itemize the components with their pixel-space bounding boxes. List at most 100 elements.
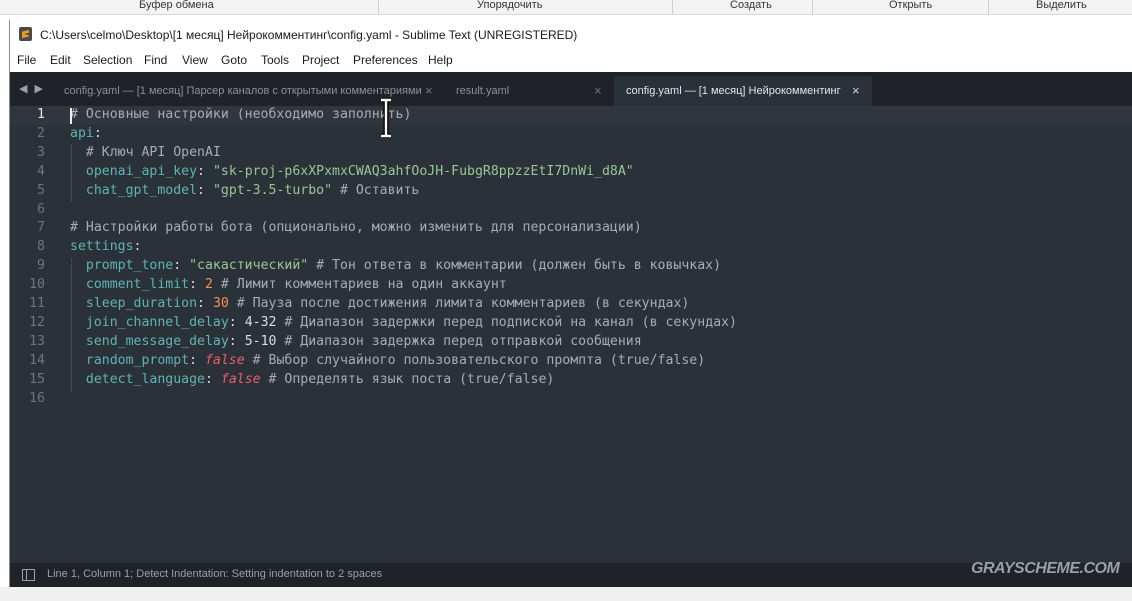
line-number: 2 — [37, 125, 45, 141]
line-number: 9 — [37, 258, 45, 274]
menu-tools[interactable]: Tools — [261, 53, 289, 67]
ribbon-group-clipboard: Буфер обмена — [139, 0, 214, 11]
code-token: # Определять язык поста (true/false) — [260, 371, 555, 387]
line-number: 8 — [37, 239, 45, 255]
code-token: # Настройки работы бота (опционально, мо… — [70, 220, 642, 236]
code-line[interactable]: prompt_tone: "сакастический" # Тон ответ… — [70, 258, 721, 273]
line-number: 5 — [37, 182, 45, 198]
code-line[interactable]: send_message_delay: 5-10 # Диапазон заде… — [70, 334, 642, 349]
ribbon-group-organize: Упорядочить — [477, 0, 543, 11]
menu-bar: File Edit Selection Find View Goto Tools… — [10, 49, 1132, 72]
code-line[interactable]: join_channel_delay: 4-32 # Диапазон заде… — [70, 315, 737, 330]
code-token: "сакастический" — [189, 258, 309, 274]
line-number: 16 — [29, 390, 45, 406]
menu-goto[interactable]: Goto — [221, 53, 247, 67]
code-token: comment_limit — [70, 277, 190, 293]
tab-label: config.yaml — [1 месяц] Парсер каналов с… — [64, 85, 422, 97]
menu-file[interactable]: File — [17, 53, 36, 67]
status-text: Line 1, Column 1; Detect Indentation: Se… — [47, 568, 383, 580]
code-token: : — [197, 182, 213, 198]
menu-find[interactable]: Find — [144, 53, 167, 67]
code-token: random_prompt — [70, 352, 190, 368]
tab-bar: ◀ ▶ config.yaml — [1 месяц] Парсер канал… — [10, 72, 1132, 106]
code-line[interactable]: detect_language: false # Определять язык… — [70, 372, 554, 387]
code-line[interactable]: settings: — [70, 239, 141, 254]
menu-help[interactable]: Help — [428, 53, 453, 67]
watermark: GRAYSCHEME.COM — [971, 560, 1120, 577]
code-token: "sk-proj-p6xXPxmxCWAQ3ahfOoJH-FubgR8ppzz… — [212, 163, 634, 179]
code-token: : — [189, 352, 205, 368]
indent-guide — [71, 258, 72, 391]
code-line[interactable]: # Ключ API OpenAI — [70, 145, 221, 160]
explorer-ribbon: Буфер обмена Упорядочить Создать Открыть… — [0, 0, 1132, 15]
code-token: 4-32 — [244, 314, 277, 330]
line-number: 12 — [29, 314, 45, 330]
ribbon-group-select: Выделить — [1036, 0, 1087, 11]
tab-nav-arrows-icon[interactable]: ◀ ▶ — [19, 82, 45, 95]
code-token: settings — [70, 239, 134, 255]
menu-preferences[interactable]: Preferences — [353, 53, 418, 67]
code-token: sleep_duration — [70, 296, 198, 311]
menu-project[interactable]: Project — [302, 53, 339, 67]
code-editor[interactable]: 1 2 3 4 5 6 7 8 9 10 11 12 13 14 15 16 # Основные настр… — [10, 98, 1132, 562]
line-number: 6 — [37, 201, 45, 217]
code-line[interactable]: random_prompt: false # Выбор случайного … — [70, 353, 705, 368]
code-token: prompt_tone — [70, 258, 174, 274]
code-token: : — [197, 296, 213, 311]
menu-edit[interactable]: Edit — [50, 53, 71, 67]
close-icon[interactable]: × — [852, 83, 860, 98]
code-token: "gpt-3.5-turbo" — [212, 182, 333, 198]
code-token: # Диапазон задержка перед отправкой сооб… — [276, 333, 642, 349]
menu-selection[interactable]: Selection — [83, 53, 132, 67]
code-token: 30 — [212, 296, 229, 311]
tab-result[interactable]: result.yaml × — [444, 76, 610, 106]
code-token: # Пауза после достижения лимита коммента… — [228, 296, 690, 311]
line-number: 3 — [37, 144, 45, 160]
window-title: C:\Users\celmo\Desktop\[1 месяц] Нейроко… — [40, 28, 578, 42]
line-number: 7 — [37, 220, 45, 236]
code-token: : — [133, 239, 142, 255]
code-line[interactable]: openai_api_key: "sk-proj-p6xXPxmxCWAQ3ah… — [70, 164, 634, 179]
text-caret — [70, 108, 72, 124]
code-token: false — [220, 371, 261, 387]
code-token: : — [173, 258, 190, 274]
code-token: # Ключ API OpenAI — [70, 144, 221, 160]
tab-config-neurocommenting[interactable]: config.yaml — [1 месяц] Нейрокомментинг … — [614, 76, 872, 106]
code-line[interactable]: # Основные настройки (необходимо заполни… — [70, 107, 411, 122]
code-token: : — [228, 314, 245, 330]
code-line[interactable]: # Настройки работы бота (опционально, мо… — [70, 220, 642, 235]
code-token: 5-10 — [244, 333, 277, 349]
line-number: 13 — [29, 333, 45, 349]
line-number: 11 — [29, 296, 45, 311]
code-token: # Основные настройки (необходимо заполни… — [70, 107, 412, 122]
sublime-app-icon — [19, 27, 32, 41]
code-token: : — [197, 163, 213, 179]
panel-toggle-icon[interactable] — [22, 569, 35, 581]
code-token: # Лимит комментариев на один аккаунт — [212, 277, 507, 293]
code-token: : — [189, 277, 205, 293]
code-token: : — [204, 371, 221, 387]
ribbon-group-create: Создать — [730, 0, 772, 11]
code-line[interactable]: comment_limit: 2 # Лимит комментариев на… — [70, 277, 507, 292]
close-icon[interactable]: × — [425, 83, 433, 98]
ribbon-group-open: Открыть — [889, 0, 933, 11]
line-number-gutter[interactable]: 1 2 3 4 5 6 7 8 9 10 11 12 13 14 15 16 — [10, 106, 65, 562]
ibeam-cursor-icon — [381, 98, 391, 138]
code-token: openai_api_key — [70, 163, 198, 179]
line-number: 4 — [37, 163, 45, 179]
code-line[interactable]: sleep_duration: 30 # Пауза после достиже… — [70, 296, 689, 311]
code-line[interactable]: chat_gpt_model: "gpt-3.5-turbo" # Остави… — [70, 182, 420, 198]
code-token: api — [70, 125, 94, 141]
line-number: 1 — [37, 107, 45, 122]
title-bar[interactable]: C:\Users\celmo\Desktop\[1 месяц] Нейроко… — [10, 20, 1132, 49]
menu-view[interactable]: View — [182, 53, 208, 67]
code-token: : — [93, 125, 102, 141]
background-strip — [0, 587, 1132, 601]
code-token: # Тон ответа в комментарии (должен быть … — [308, 258, 722, 274]
code-token: # Диапазон задержки перед подпиской на к… — [276, 314, 737, 330]
code-line[interactable]: api: — [70, 126, 102, 141]
close-icon[interactable]: × — [594, 83, 602, 98]
code-token: # Выбор случайного пользовательского про… — [244, 352, 706, 368]
code-token: false — [204, 352, 245, 368]
line-number: 15 — [29, 371, 45, 387]
